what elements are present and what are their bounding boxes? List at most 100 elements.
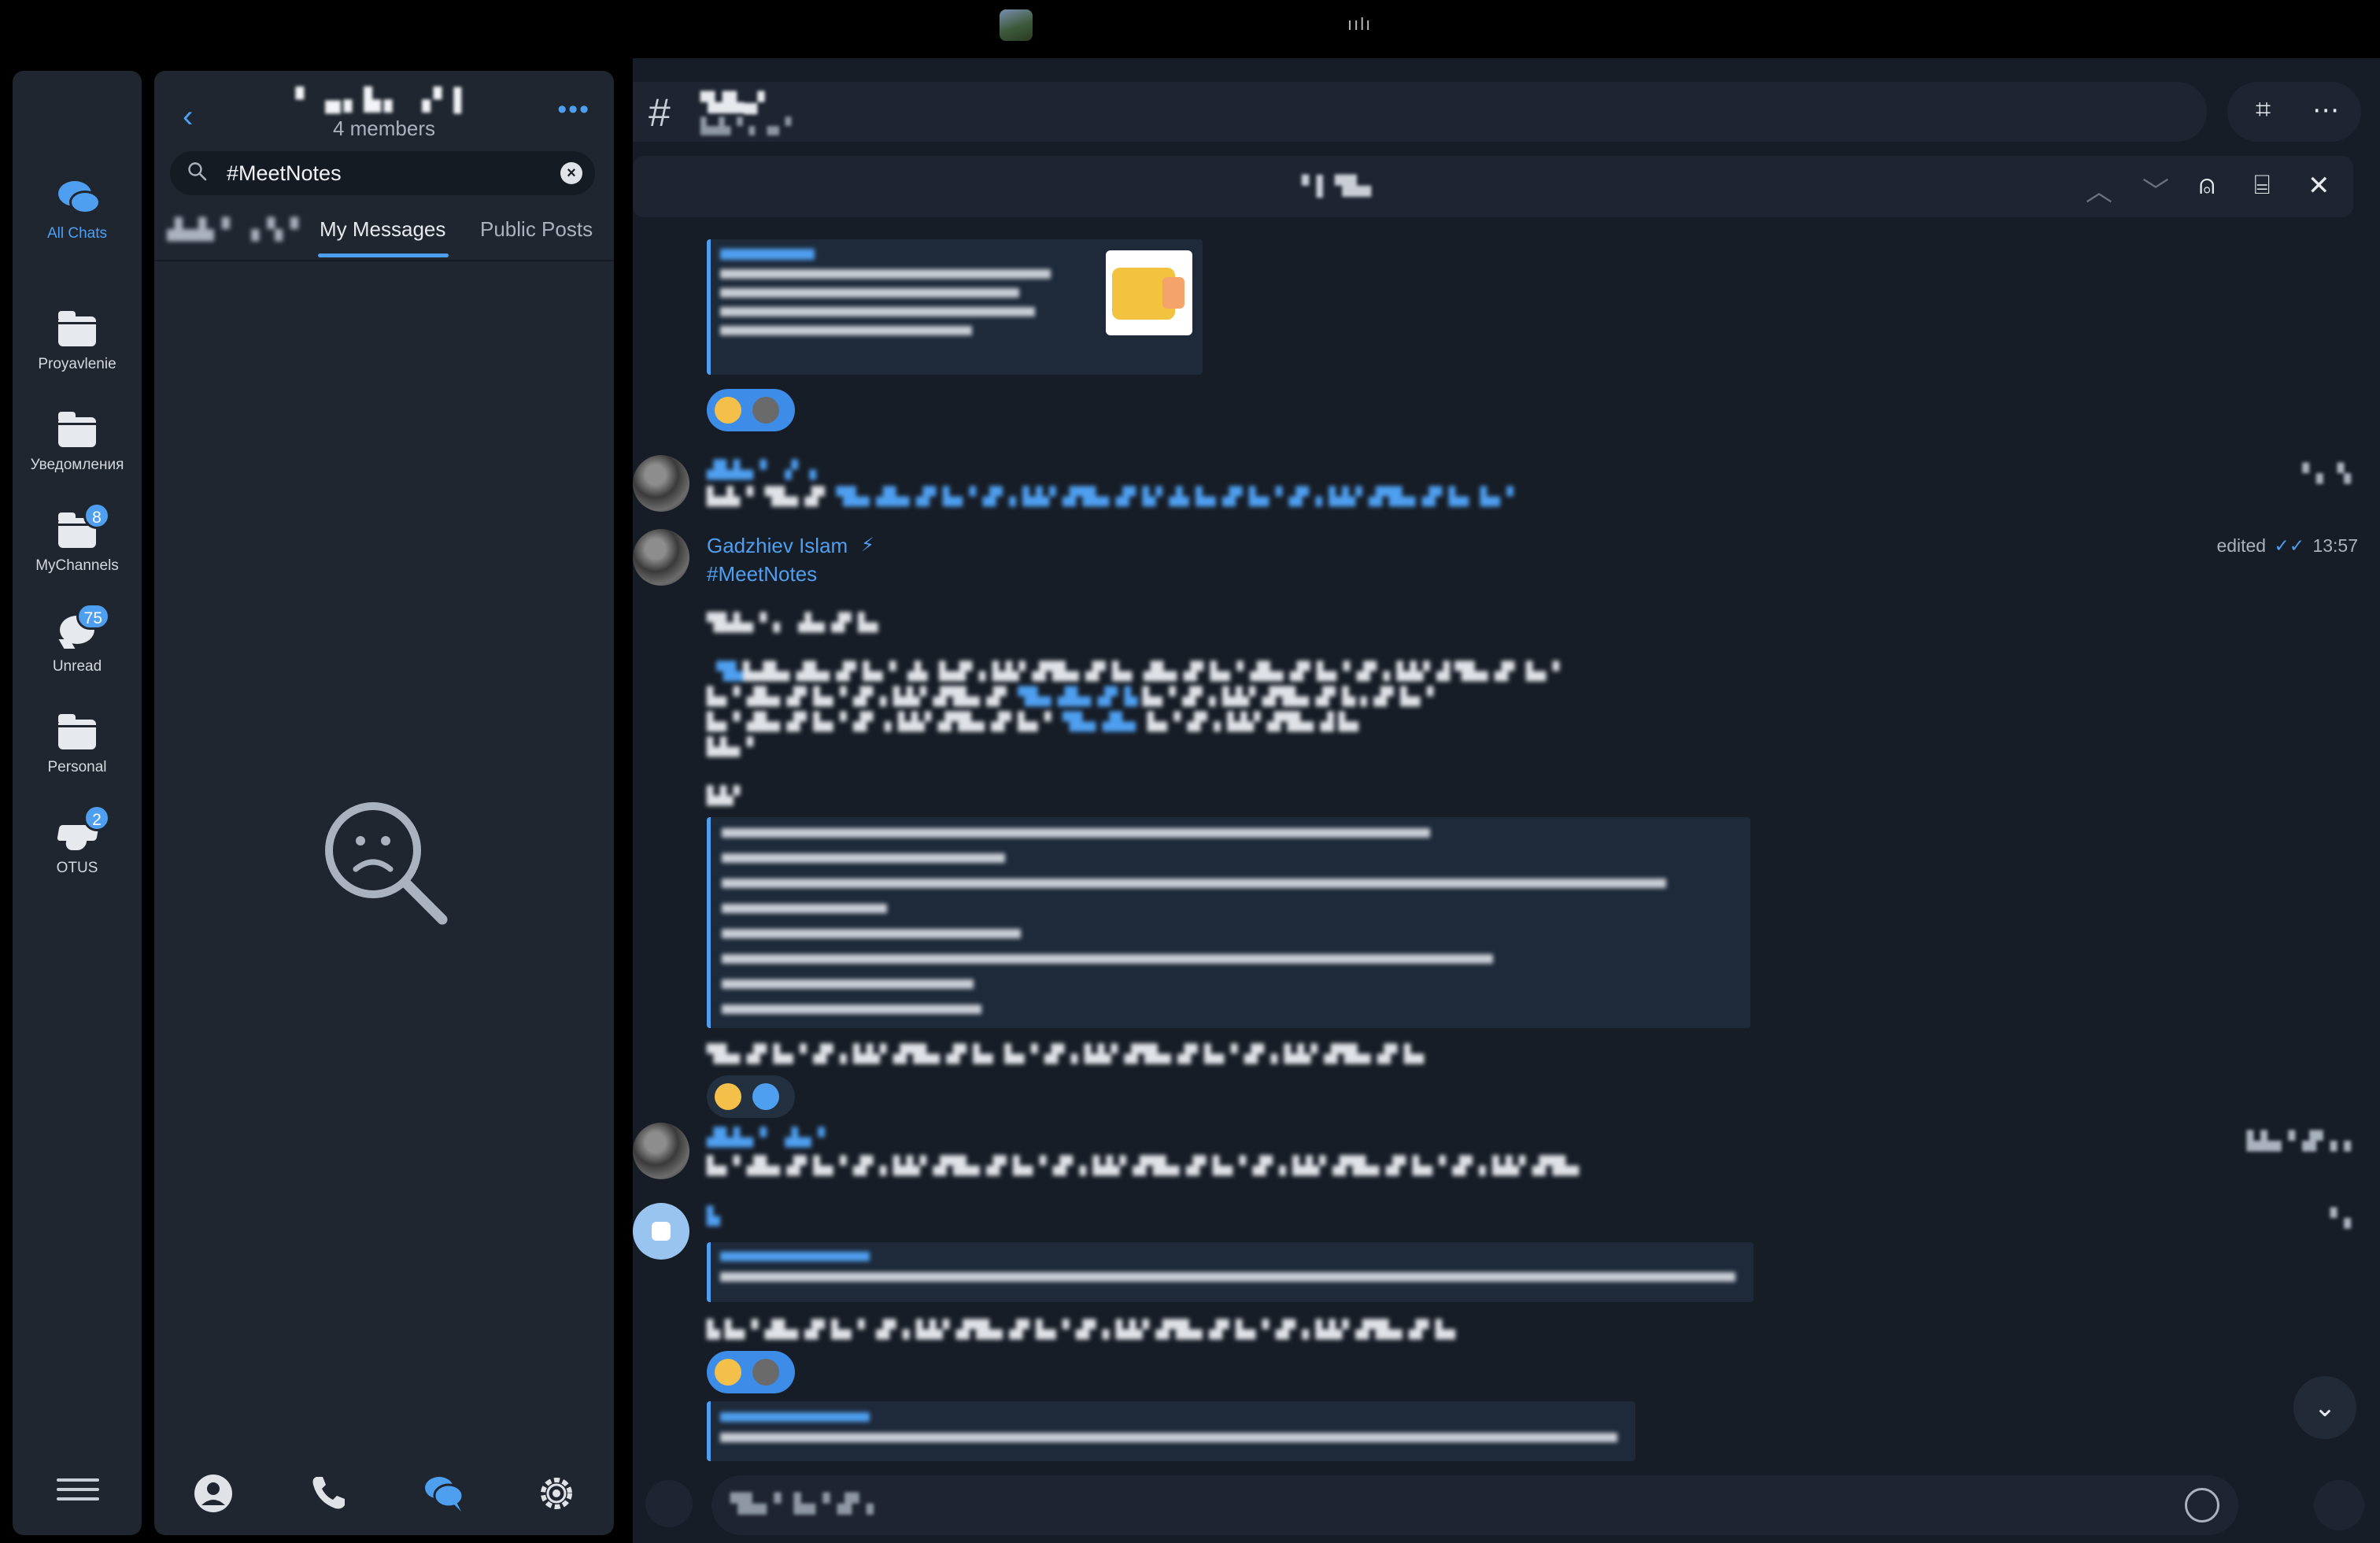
folder-mychannels[interactable]: 8 MyChannels	[13, 502, 142, 575]
folder-label: Unread	[52, 658, 102, 675]
message-meta: edited ✓✓ 13:57	[2216, 535, 2358, 557]
message-text-redacted: ▙▟▖▘ ▜▙▖▟▘ ▜▙▖▟▙▖▟▘▙▖▘▟▘▖▙▙▘▟▜▙▖▟▘▙▘▟▖▙▖…	[707, 487, 1521, 506]
chat-search-panel: ‹ ▘ ▄▖▙▖ ▗▘▌ 4 members ••• #MeetNotes × …	[154, 71, 614, 1535]
reply-quote	[707, 239, 1203, 375]
audio-level-icon: ıılı	[1347, 14, 1373, 34]
calendar-icon[interactable]: ⌸	[2254, 170, 2270, 201]
message-text-redacted: ▜▙▖▟▘▙▖▘▟▘▖▙▙▘▟▜▙▖▟▘▙▖ ▙▖▘▟▘▖▙▙▘▟▜▙▖▟▘▙▖…	[707, 1044, 1431, 1064]
graduation-cap-icon: 2	[54, 805, 110, 855]
timestamp-redacted: ▘▖▝▖	[2302, 463, 2358, 483]
folder-icon	[54, 710, 101, 754]
folder-label: MyChannels	[35, 557, 119, 574]
chat-header[interactable]: # ▜▟▙▄▘ ▙▟▖▘▖▗▖▘	[633, 82, 2207, 142]
avatar[interactable]	[633, 1123, 689, 1179]
folder-label: All Chats	[46, 225, 108, 242]
tab-public-posts[interactable]: Public Posts	[480, 217, 593, 242]
message[interactable]	[633, 1401, 2380, 1464]
unread-badge: 2	[83, 805, 110, 831]
timestamp-redacted: ▙▙▖▘▟▘▖▖	[2246, 1130, 2358, 1151]
chats-icon[interactable]	[422, 1472, 464, 1515]
search-tabs: ▗▙▟▖▘ ▗▝▖▘ My Messages Public Posts	[154, 213, 614, 260]
member-count: 4 members	[332, 117, 436, 140]
chats-icon	[54, 176, 101, 220]
attach-icon[interactable]	[645, 1480, 693, 1527]
clear-search-icon[interactable]: ×	[560, 162, 582, 184]
message-text-redacted: ▙▖▘▟▙▖▟▘▙▖▘▟▘▖▙▙▘▟▜▙▖▟▘ ▜▙▖▟▙▖▟▘▙ ▙▖▘▟▘▖…	[707, 686, 1440, 706]
folder-proyavlenie[interactable]: Proyavlenie	[13, 307, 142, 373]
search-results-count-redacted: ▘▌ ▜▙▖	[1302, 176, 1379, 197]
more-icon[interactable]: ⋯	[2312, 94, 2339, 126]
code-block	[707, 817, 1750, 1028]
edited-label: edited	[2216, 535, 2267, 556]
message-text-redacted: ▙ ▙▖▘▟▙▖▟▘▙▖▘ ▟▘▖▙▙▘▟▜▙▖▟▘▙▖▘▟▘▖▙▙▘▟▜▙▖▟…	[707, 1319, 1462, 1339]
message[interactable]: Gadzhiev Islam ⚡ #MeetNotes edited ✓✓ 13…	[633, 529, 2380, 1118]
chat-title-redacted: ▘ ▄▖▙▖ ▗▘▌	[295, 87, 473, 112]
avatar[interactable]	[633, 529, 689, 586]
filter-user-icon[interactable]: ⍝	[2199, 170, 2215, 201]
reply-quote[interactable]	[707, 1242, 1754, 1302]
reaction-chip[interactable]	[707, 1075, 795, 1118]
chat-bubble-icon: 75	[54, 603, 110, 653]
unread-badge: 75	[76, 603, 110, 630]
scroll-to-bottom-button[interactable]: ⌄	[2293, 1376, 2356, 1439]
folder-rail: All Chats Proyavlenie Уведомления 8 MyCh…	[13, 71, 142, 1535]
search-value: #MeetNotes	[227, 161, 342, 185]
close-search-icon[interactable]: ✕	[2308, 170, 2330, 202]
folder-label: OTUS	[56, 860, 98, 876]
read-check-icon: ✓✓	[2274, 535, 2305, 556]
folder-label: Proyavlenie	[38, 356, 116, 372]
folder-all-chats[interactable]: All Chats	[13, 176, 142, 242]
reaction-chip[interactable]	[707, 389, 795, 431]
divider	[154, 260, 614, 261]
message-composer: ▜▙▖▘ ▙▖▘▟▘▖	[633, 1467, 2380, 1543]
avatar[interactable]	[633, 1203, 689, 1260]
message-author[interactable]: Gadzhiev Islam	[707, 534, 848, 558]
phone-icon[interactable]	[307, 1472, 349, 1515]
channel-hash-icon: #	[649, 91, 671, 135]
next-result-icon[interactable]: ﹀	[2142, 170, 2169, 209]
message-input[interactable]: ▜▙▖▘ ▙▖▘▟▘▖	[711, 1475, 2238, 1535]
chat-view: # ▜▟▙▄▘ ▙▟▖▘▖▗▖▘ ⌗ ⋯ ▘▌ ▜▙▖ ︿ ﹀ ⍝ ⌸ ✕ ▟▙…	[633, 58, 2380, 1543]
author-redacted: ▟▙▙▖▘ ▗▙▖▘	[707, 1127, 832, 1147]
window-thumbnail[interactable]	[1000, 9, 1033, 41]
avatar[interactable]	[633, 455, 689, 512]
contacts-icon[interactable]	[192, 1472, 235, 1515]
search-input[interactable]: #MeetNotes ×	[170, 151, 595, 195]
reply-quote[interactable]	[707, 1401, 1635, 1461]
message-placeholder-redacted: ▜▙▖▘ ▙▖▘▟▘▖	[730, 1493, 881, 1515]
message[interactable]: ▟▙▙▖▘ ▗▘ ▖ ▙▟▖▘ ▜▙▖▟▘ ▜▙▖▟▙▖▟▘▙▖▘▟▘▖▙▙▘▟…	[633, 455, 2380, 518]
hashtag-link[interactable]: #MeetNotes	[707, 562, 817, 586]
search-icon	[188, 162, 207, 181]
topic-title-redacted: ▜▟▙▄▘	[700, 92, 772, 113]
more-icon[interactable]: •••	[557, 94, 590, 125]
bottom-navigation	[154, 1449, 614, 1535]
message-text-redacted: ▜▙▙▟▙▖▟▙▖▟▘▙▖▘ ▟▖ ▙▟▘▖▙▙▘▟▜▙▖▟▘▙▖ ▟▙▖▟▘▙…	[716, 661, 1566, 681]
author-redacted: ▙	[707, 1206, 720, 1226]
message[interactable]: ▟▙▙▖▘ ▗▙▖▘ ▙▖▘▟▙▖▟▘▙▖▘▟▘▖▙▙▘▟▜▙▖▟▘▙▖▘▟▘▖…	[633, 1123, 2380, 1186]
attachment-thumbnail[interactable]	[1106, 250, 1192, 335]
folder-label: Personal	[47, 759, 107, 775]
header-actions: ⌗ ⋯	[2227, 82, 2361, 142]
author-redacted: ▟▙▙▖▘ ▗▘ ▖	[707, 460, 823, 479]
folder-unread[interactable]: 75 Unread	[13, 603, 142, 675]
message-text-redacted: ▙▖▘▟▙▖▟▘▙▖▘▟▘▖▙▙▘▟▜▙▖▟▘▙▖▘▟▘▖▙▙▘▟▜▙▖▟▘▙▖…	[707, 1156, 1586, 1175]
message-text-redacted: ▙▙▖▘	[707, 737, 760, 757]
folder-otus[interactable]: 2 OTUS	[13, 805, 142, 877]
settings-gear-icon[interactable]	[535, 1472, 578, 1515]
timestamp-redacted: ▘▖	[2330, 1208, 2358, 1228]
folder-notifications[interactable]: Уведомления	[13, 408, 142, 474]
folder-personal[interactable]: Personal	[13, 710, 142, 776]
reaction-chip[interactable]	[707, 1351, 795, 1393]
tab-this-chat[interactable]: ▗▙▟▖▘ ▗▝▖▘	[159, 217, 306, 242]
emoji-icon[interactable]	[2185, 1488, 2219, 1523]
message-text-redacted: ▙▖▘▟▙▖▟▘▙▖▘▟▘ ▖▙▙▘▟▜▙▖▟▘▙▖▘ ▜▙▖▟▙▖ ▙▖▘▟▘…	[707, 712, 1366, 731]
in-chat-search-bar: ▘▌ ▜▙▖ ︿ ﹀ ⍝ ⌸ ✕	[633, 156, 2353, 217]
folder-icon	[54, 408, 101, 452]
folder-label: Уведомления	[30, 457, 124, 473]
tab-my-messages[interactable]: My Messages	[320, 217, 445, 242]
microphone-icon[interactable]	[2314, 1480, 2364, 1530]
folder-icon	[54, 307, 101, 351]
sliders-icon[interactable]	[57, 1472, 99, 1507]
previous-result-icon[interactable]: ︿	[2086, 170, 2112, 209]
video-call-icon[interactable]: ⌗	[2256, 94, 2271, 125]
